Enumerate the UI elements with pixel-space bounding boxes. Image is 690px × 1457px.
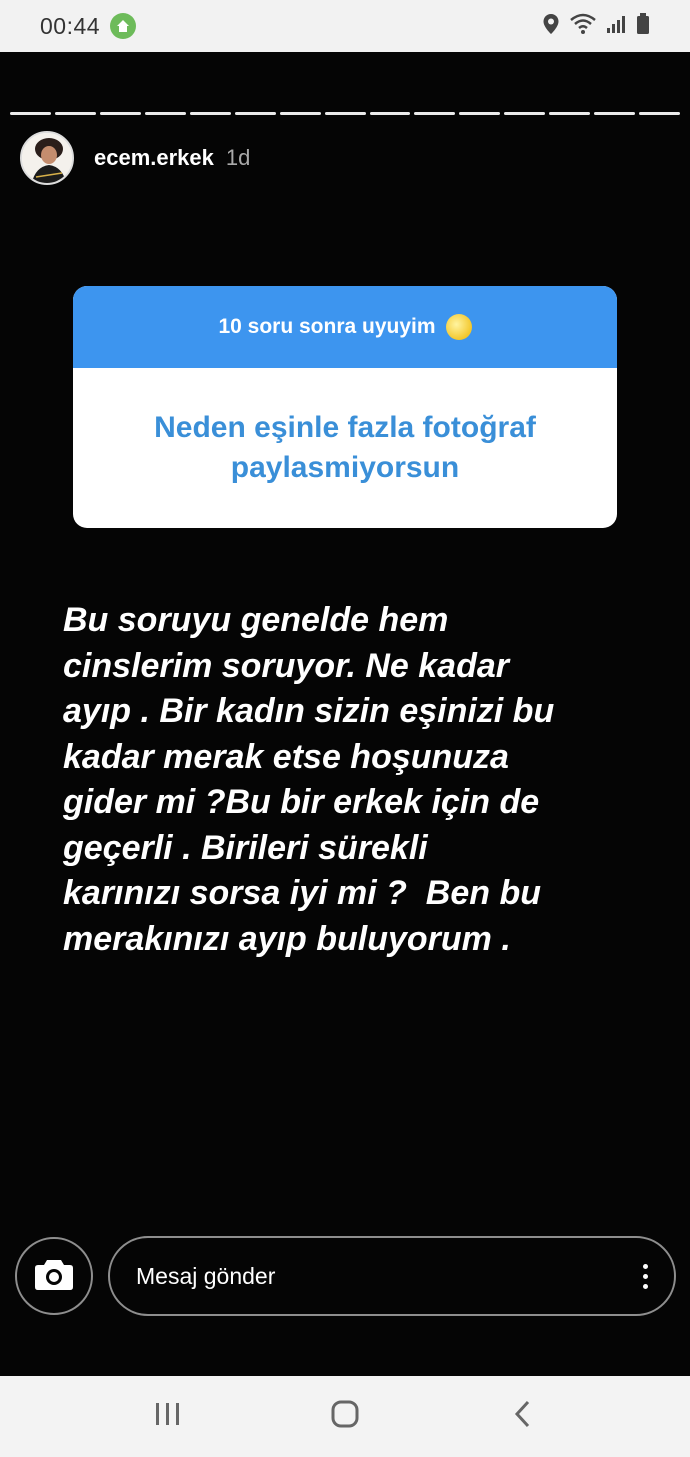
question-answer: Neden eşinle fazla fotoğraf paylasmiyors… [154, 411, 536, 484]
sleeping-moon-emoji-icon [445, 314, 472, 340]
status-right [542, 12, 650, 40]
story-text-line: merakınızı ayıp buluyorum . [63, 919, 511, 958]
story-text-line: kadar merak etse hoşunuza [63, 737, 509, 776]
camera-icon [34, 1257, 74, 1296]
story-progress-segment [594, 112, 636, 115]
story-header[interactable]: ecem.erkek 1d [20, 130, 250, 186]
message-input[interactable]: Mesaj gönder [108, 1236, 676, 1316]
story-progress-segment [144, 112, 186, 115]
system-nav-bar [0, 1376, 690, 1457]
story-progress-segment [414, 112, 456, 115]
story-view[interactable]: ecem.erkek 1d 10 soru sonra uyuyim Neden… [0, 52, 690, 1376]
status-bar: 00:44 [0, 0, 690, 52]
story-progress-segment [639, 112, 681, 115]
username[interactable]: ecem.erkek [94, 145, 214, 171]
back-button[interactable] [492, 1387, 552, 1447]
story-text: Bu soruyu genelde hem cinslerim soruyor. … [63, 598, 663, 962]
story-progress-segment [279, 112, 321, 115]
story-progress-segment [549, 112, 591, 115]
location-icon [542, 13, 560, 40]
signal-icon [606, 14, 626, 39]
story-progress-segment [504, 112, 546, 115]
story-progress-segment [189, 112, 231, 115]
story-progress-segment [54, 112, 96, 115]
home-badge-icon [110, 13, 137, 39]
wifi-icon [570, 13, 596, 40]
battery-icon [636, 12, 650, 40]
story-text-line: gider mi ?Bu bir erkek için de [63, 783, 540, 821]
back-icon [512, 1399, 532, 1434]
post-time: 1d [225, 145, 251, 170]
camera-button[interactable] [15, 1237, 93, 1315]
story-progress-segment [99, 112, 141, 115]
story-progress-segment [234, 112, 276, 115]
question-card-body: Neden eşinle fazla fotoğraf paylasmiyors… [73, 368, 617, 528]
status-left: 00:44 [40, 12, 137, 40]
more-vertical-icon[interactable] [643, 1263, 648, 1289]
story-text-line: ayıp . Bir kadın sizin eşinizi bu [63, 692, 555, 730]
recent-apps-button[interactable] [138, 1387, 198, 1447]
question-card: 10 soru sonra uyuyim Neden eşinle fazla … [73, 286, 617, 528]
question-title: 10 soru sonra uyuyim [218, 315, 436, 338]
recent-apps-icon [154, 1401, 182, 1432]
home-icon [330, 1399, 360, 1434]
story-text-line: cinslerim soruyor. Ne kadar [63, 646, 509, 685]
status-time: 00:44 [40, 12, 101, 39]
message-placeholder: Mesaj gönder [136, 1262, 276, 1289]
home-button[interactable] [315, 1387, 375, 1447]
story-progress-segment [10, 112, 51, 115]
story-text-line: Bu soruyu genelde hem [63, 601, 449, 639]
avatar[interactable] [20, 131, 74, 185]
story-text-line: karınızı sorsa iyi mi ? Ben bu [63, 874, 542, 912]
story-text-line: geçerli . Birileri sürekli [63, 828, 428, 867]
story-progress-bar [10, 112, 681, 116]
story-progress-segment [324, 112, 366, 115]
story-progress-segment [369, 112, 411, 115]
story-progress-segment [459, 112, 501, 115]
question-card-header: 10 soru sonra uyuyim [73, 286, 617, 368]
